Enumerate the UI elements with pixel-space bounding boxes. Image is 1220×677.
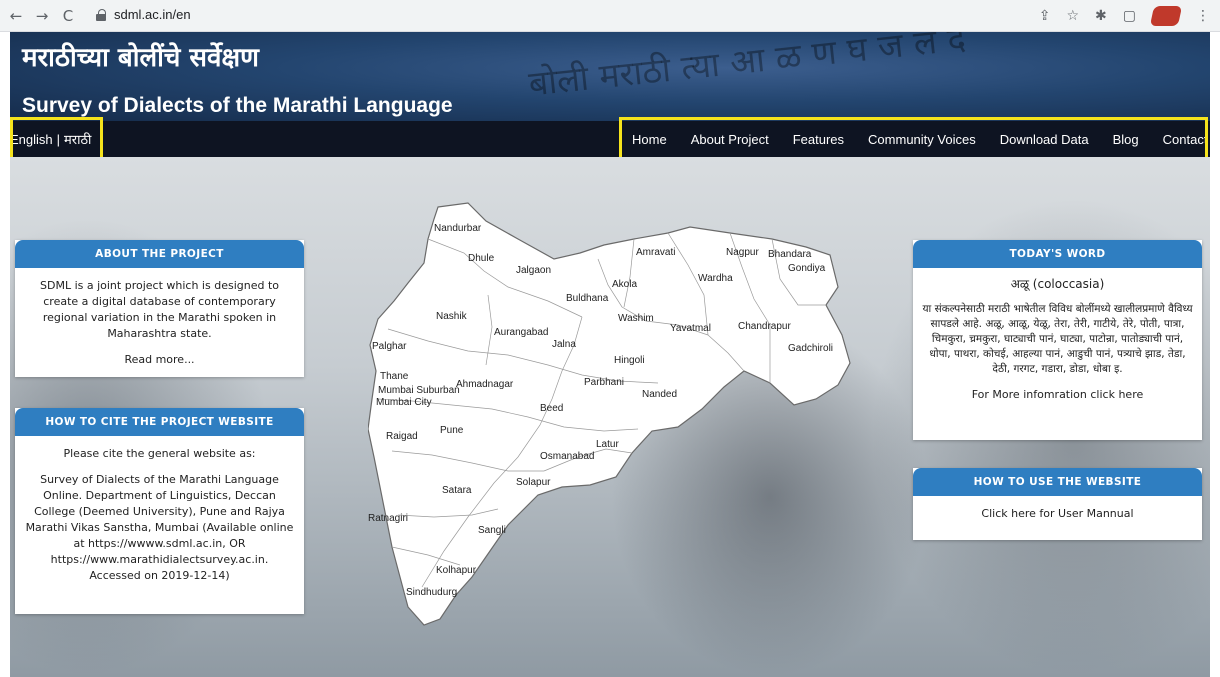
map-label[interactable]: Aurangabad bbox=[494, 327, 549, 338]
browser-actions: ⇪ ☆ ✱ ▢ ⋮ bbox=[1039, 6, 1210, 26]
sidepanel-icon[interactable]: ▢ bbox=[1123, 8, 1136, 24]
map-label[interactable]: Parbhani bbox=[584, 377, 624, 388]
more-menu-icon[interactable]: ⋮ bbox=[1196, 8, 1210, 24]
map-label[interactable]: Thane bbox=[380, 371, 409, 382]
url-text[interactable]: sdml.ac.in/en bbox=[114, 7, 191, 22]
map-label[interactable]: Bhandara bbox=[768, 249, 812, 260]
star-icon[interactable]: ☆ bbox=[1066, 8, 1079, 24]
user-manual-link[interactable]: Click here for User Mannual bbox=[923, 506, 1192, 522]
word-more-info-link[interactable]: For More infomration click here bbox=[921, 387, 1194, 403]
map-label[interactable]: Washim bbox=[618, 313, 654, 324]
map-label[interactable]: Pune bbox=[440, 425, 464, 436]
map-label[interactable]: Solapur bbox=[516, 477, 551, 488]
map-label[interactable]: Satara bbox=[442, 485, 472, 496]
about-project-card: ABOUT THE PROJECT SDML is a joint projec… bbox=[15, 240, 304, 377]
cite-card: HOW TO CITE THE PROJECT WEBSITE Please c… bbox=[15, 408, 304, 614]
browser-toolbar: ← → C sdml.ac.in/en ⇪ ☆ ✱ ▢ ⋮ bbox=[0, 0, 1220, 32]
todays-word-card: TODAY'S WORD अळू (coloccasia) या संकल्पन… bbox=[913, 240, 1202, 440]
word-card-title: TODAY'S WORD bbox=[913, 240, 1202, 268]
map-label[interactable]: Sindhudurg bbox=[406, 587, 457, 598]
map-label[interactable]: Chandrapur bbox=[738, 321, 791, 332]
map-label[interactable]: Nashik bbox=[436, 311, 468, 322]
map-label[interactable]: Amravati bbox=[636, 247, 675, 258]
site-header: बोली मराठी त्या आ ळ ण घ ज ल द मराठीच्या … bbox=[10, 32, 1210, 122]
map-label[interactable]: Mumbai City bbox=[376, 397, 432, 408]
cite-card-intro: Please cite the general website as: bbox=[63, 447, 256, 460]
map-label[interactable]: Nanded bbox=[642, 389, 677, 400]
todays-word-description: या संकल्पनेसाठी मराठी भाषेतील विविध बोली… bbox=[922, 303, 1193, 375]
map-label[interactable]: Jalgaon bbox=[516, 265, 551, 276]
maharashtra-district-map[interactable]: Nandurbar Dhule Jalgaon Amravati Nagpur … bbox=[367, 195, 854, 635]
map-label[interactable]: Osmanabad bbox=[540, 451, 594, 462]
cite-card-title: HOW TO CITE THE PROJECT WEBSITE bbox=[15, 408, 304, 436]
profile-avatar[interactable] bbox=[1149, 6, 1183, 26]
map-svg[interactable]: Nandurbar Dhule Jalgaon Amravati Nagpur … bbox=[367, 195, 854, 635]
map-label[interactable]: Gondiya bbox=[788, 263, 826, 274]
map-label[interactable]: Hingoli bbox=[614, 355, 645, 366]
map-label[interactable]: Nagpur bbox=[726, 247, 759, 258]
map-label[interactable]: Sangli bbox=[478, 525, 506, 536]
howto-card-title: HOW TO USE THE WEBSITE bbox=[913, 468, 1202, 496]
forward-icon[interactable]: → bbox=[32, 6, 52, 26]
share-icon[interactable]: ⇪ bbox=[1039, 8, 1051, 24]
about-card-body: SDML is a joint project which is designe… bbox=[40, 279, 279, 340]
map-label[interactable]: Gadchiroli bbox=[788, 343, 833, 354]
back-icon[interactable]: ← bbox=[6, 6, 26, 26]
map-label[interactable]: Palghar bbox=[372, 341, 407, 352]
map-label[interactable]: Latur bbox=[596, 439, 619, 450]
address-bar[interactable]: sdml.ac.in/en bbox=[96, 7, 191, 22]
read-more-link[interactable]: Read more... bbox=[25, 352, 294, 368]
map-label[interactable]: Mumbai Suburban bbox=[378, 385, 460, 396]
site-title-english: Survey of Dialects of the Marathi Langua… bbox=[22, 94, 453, 117]
map-label[interactable]: Dhule bbox=[468, 253, 495, 264]
map-label[interactable]: Yavatmal bbox=[670, 323, 711, 334]
todays-word: अळू (coloccasia) bbox=[1010, 277, 1105, 291]
lock-icon bbox=[96, 8, 106, 21]
header-script-background: बोली मराठी त्या आ ळ ण घ ज ल द bbox=[526, 32, 968, 105]
map-label[interactable]: Ratnagiri bbox=[368, 513, 408, 524]
about-card-title: ABOUT THE PROJECT bbox=[15, 240, 304, 268]
map-label[interactable]: Jalna bbox=[552, 339, 576, 350]
map-label[interactable]: Buldhana bbox=[566, 293, 609, 304]
extensions-icon[interactable]: ✱ bbox=[1095, 8, 1107, 24]
how-to-use-card: HOW TO USE THE WEBSITE Click here for Us… bbox=[913, 468, 1202, 540]
map-label[interactable]: Ahmadnagar bbox=[456, 379, 514, 390]
map-label[interactable]: Nandurbar bbox=[434, 223, 482, 234]
cite-card-citation: Survey of Dialects of the Marathi Langua… bbox=[25, 473, 294, 582]
map-label[interactable]: Kolhapur bbox=[436, 565, 477, 576]
reload-icon[interactable]: C bbox=[58, 6, 78, 26]
map-label[interactable]: Raigad bbox=[386, 431, 418, 442]
map-label[interactable]: Beed bbox=[540, 403, 563, 414]
site-title-marathi: मराठीच्या बोलींचे सर्वेक्षण bbox=[22, 43, 259, 73]
map-label[interactable]: Wardha bbox=[698, 273, 733, 284]
map-label[interactable]: Akola bbox=[612, 279, 637, 290]
